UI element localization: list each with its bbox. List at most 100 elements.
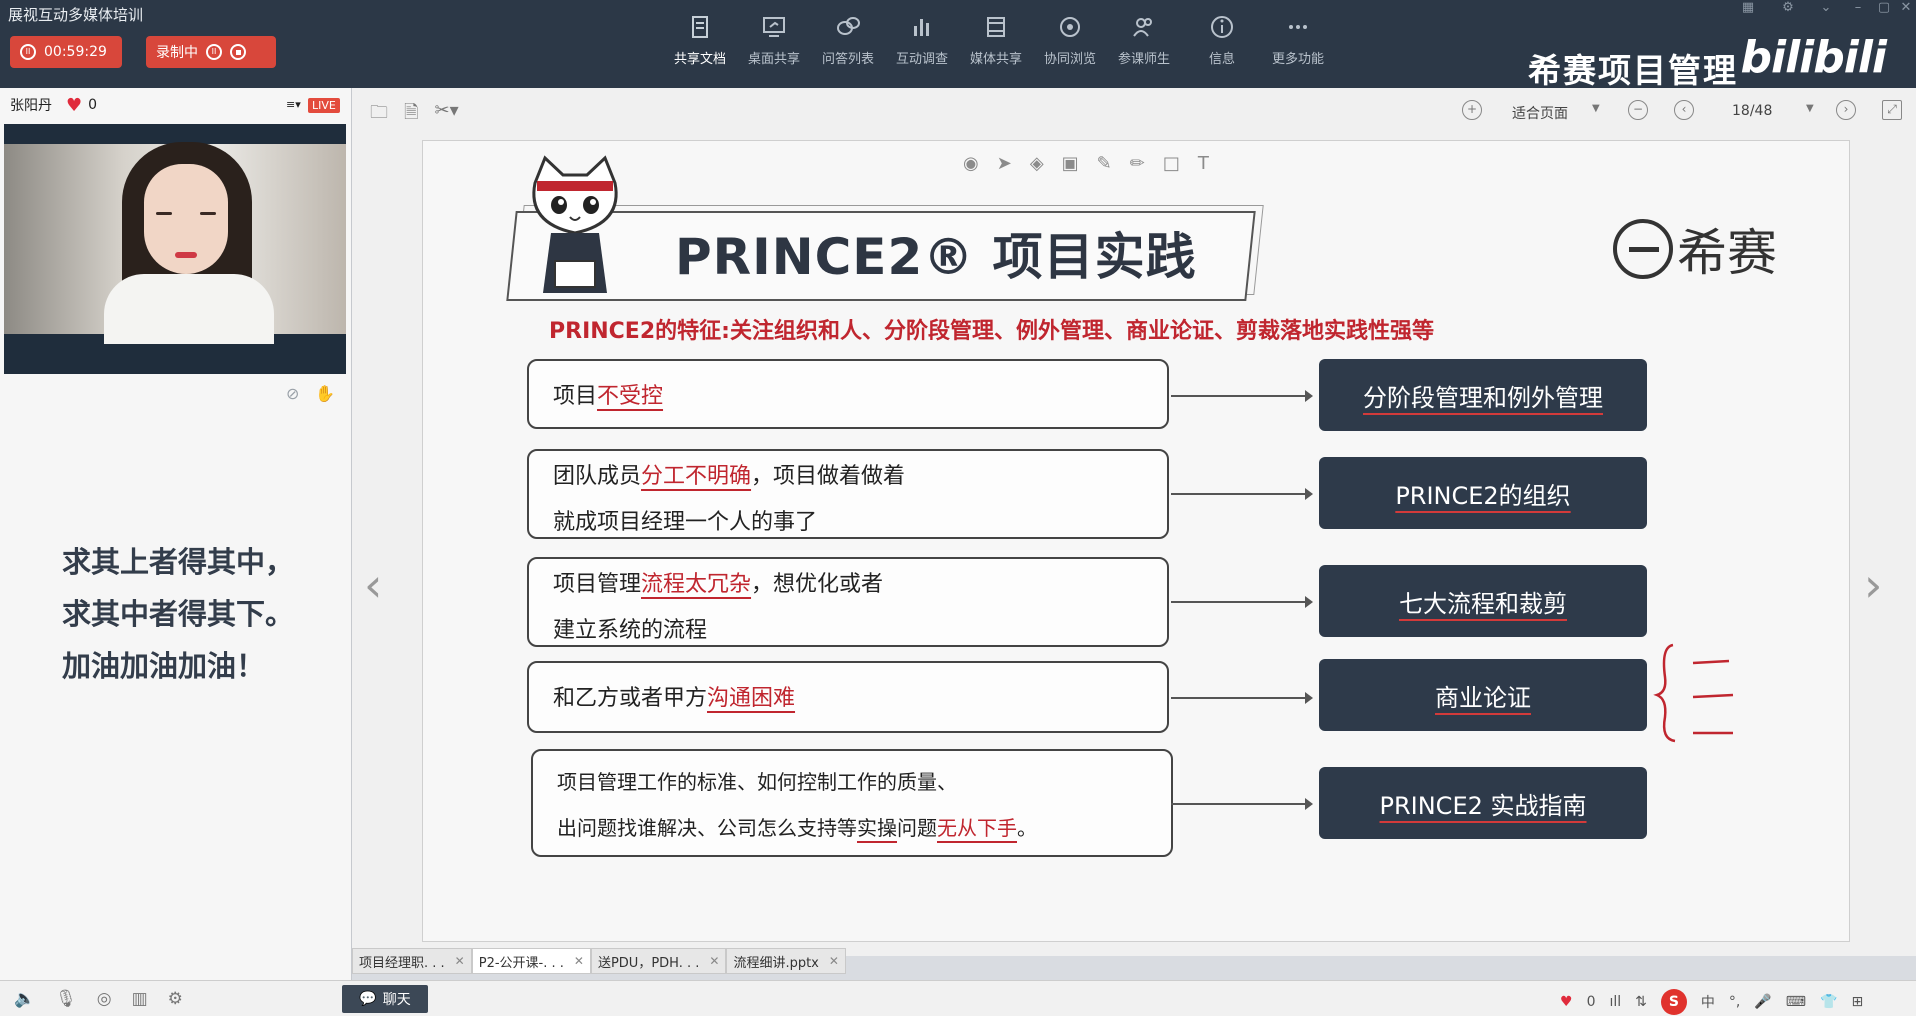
heart-icon[interactable]: ♥ [1560,994,1573,1010]
microphone-icon[interactable]: 🎙 [55,989,77,1009]
camera-controls: ⊘ ✋ [286,384,335,403]
close-tab-icon[interactable]: ✕ [709,954,719,968]
scissors-icon[interactable]: ✂▾ [434,100,458,130]
camera-off-icon[interactable]: ⊘ [286,384,299,403]
folder-icon[interactable]: 🗀 [370,100,388,130]
zoom-out-icon[interactable]: − [1628,100,1648,120]
motto-line: 加油加油加油！ [62,649,266,683]
hand-icon[interactable]: ✋ [315,384,335,403]
problem-box: 项目 不受控 [527,359,1169,429]
solution-box: 商业论证 [1319,659,1647,731]
next-page-icon[interactable]: › [1836,100,1856,120]
doc-tab[interactable]: 送PDU，PDH. . . ✕ [590,948,727,974]
slide-subtitle: PRINCE2的特征:关注组织和人、分阶段管理、例外管理、商业论证、剪裁落地实践… [549,319,1434,344]
eraser-icon[interactable]: ◈ [1030,153,1044,174]
prev-slide-arrow[interactable]: ‹ [364,558,382,612]
solution-box: 分阶段管理和例外管理 [1319,359,1647,431]
pointer-icon[interactable]: ➤ [997,153,1012,174]
voice-input-icon[interactable]: 🎤 [1754,994,1771,1010]
ime-mode[interactable]: 中 [1701,992,1715,1012]
rectangle-icon[interactable]: □ [1163,153,1180,174]
xisai-logo: 希赛 [1613,213,1777,285]
record-label: 录制中 [156,45,198,61]
connector-arrow [1171,692,1313,704]
presenter-panel: 张阳丹 ♥ 0 ≡▾ LIVE ⊘ ✋ 求其上者得其中， 求其中者得其下。 加油… [0,88,352,980]
laser-icon[interactable]: ◉ [963,153,979,174]
status-like-count: 0 [1586,994,1596,1010]
pen-icon[interactable]: ✏ [1130,153,1145,174]
text-tool-icon[interactable]: T [1198,153,1209,174]
window-layout-icon[interactable]: ▦ [1738,0,1758,15]
doc-tab[interactable]: P2-公开课-. . . ✕ [471,948,591,974]
problem-text: 出问题找谁解决、公司怎么支持等 [557,815,857,840]
problem-text: 项目 [553,384,598,409]
top-bar: 展视互动多媒体培训 II 00:59:29 录制中 II 共享文档 桌面共享 问… [0,0,1916,90]
toolbar-cobrowse[interactable]: 协同浏览 [1034,14,1106,67]
toolbar-survey[interactable]: 互动调查 [886,14,958,67]
page-indicator[interactable]: 18/48 [1732,103,1772,119]
maximize-icon[interactable]: ▢ [1874,0,1894,15]
speaker-icon[interactable]: 🔈 [14,989,35,1009]
toolbar-desktop-share[interactable]: 桌面共享 [738,14,810,67]
problem-text: 建立系统的流程 [553,618,708,643]
toolbar-label: 桌面共享 [747,52,800,67]
chevron-down-icon[interactable]: ▼ [1806,103,1814,114]
gear-icon[interactable]: ⚙ [168,989,183,1009]
toolbar-label: 共享文档 [673,52,726,67]
list-menu-icon[interactable]: ≡▾ [286,98,301,111]
close-tab-icon[interactable]: ✕ [574,954,584,968]
slide-title: PRINCE2® 项目实践 [675,228,1197,286]
solution-label: 商业论证 [1435,683,1531,712]
highlighter-icon[interactable]: ✎ [1097,153,1112,174]
stamp-icon[interactable]: ▣ [1062,153,1079,174]
doc-tab[interactable]: 项目经理职. . . ✕ [352,948,472,974]
file-icon[interactable]: 🗎 [404,100,418,130]
close-tab-icon[interactable]: ✕ [829,954,839,968]
connector-arrow [1171,390,1313,402]
grid-menu-icon[interactable]: ⊞ [1851,994,1863,1010]
fullscreen-icon[interactable]: ⤢ [1882,100,1902,120]
problem-text: 问题 [897,815,937,840]
chat-icon: 💬 [359,991,377,1007]
connector-arrow [1171,488,1313,500]
chat-button[interactable]: 💬 聊天 [342,985,428,1013]
timer-button[interactable]: II 00:59:29 [10,36,122,68]
record-stop-icon[interactable] [230,44,246,60]
toolbar-info[interactable]: 信息 [1186,14,1258,67]
doc-tab[interactable]: 流程细讲.pptx ✕ [726,948,846,974]
skin-icon[interactable]: 👕 [1820,994,1837,1010]
sogou-ime-icon[interactable]: S [1660,989,1687,1015]
minimize-icon[interactable]: – [1848,0,1868,15]
settings-icon[interactable]: ⚙ [1778,0,1798,15]
close-tab-icon[interactable]: ✕ [455,954,465,968]
cobrowse-icon [1060,17,1080,37]
toolbar-participants[interactable]: 参课师生 [1108,14,1180,67]
toolbar-label: 媒体共享 [969,52,1022,67]
toolbar-qa-list[interactable]: 问答列表 [812,14,884,67]
collapse-icon[interactable]: ⌄ [1816,0,1836,15]
survey-chart-icon [914,19,929,36]
zoom-in-icon[interactable]: + [1462,100,1482,120]
prev-page-icon[interactable]: ‹ [1674,100,1694,120]
toolbar-more[interactable]: 更多功能 [1262,14,1334,67]
problem-text: ，想优化或者 [751,572,884,597]
fit-page-select[interactable]: 适合页面 [1512,103,1568,123]
chevron-down-icon[interactable]: ▼ [1592,103,1600,114]
heart-icon[interactable]: ♥ [66,95,82,116]
solution-label: PRINCE2 实战指南 [1379,791,1587,820]
connector-arrow [1171,798,1313,810]
punctuation-icon[interactable]: °, [1729,994,1740,1010]
logo-text: 希赛 [1677,224,1777,282]
keyboard-icon[interactable]: ⌨ [1786,994,1806,1010]
motto-line: 求其中者得其下。 [62,597,295,631]
toolbar-shared-docs[interactable]: 共享文档 [664,14,736,67]
stats-icon[interactable]: ▥ [132,989,148,1009]
close-icon[interactable]: ✕ [1896,0,1916,15]
xisai-logo-mark [1613,219,1673,279]
toolbar-media-share[interactable]: 媒体共享 [960,14,1032,67]
next-slide-arrow[interactable]: › [1864,558,1882,612]
webcam-icon[interactable]: ◎ [97,989,112,1009]
record-button[interactable]: 录制中 II [146,36,276,68]
record-pause-icon[interactable]: II [206,44,222,60]
toolbar-label: 信息 [1208,52,1235,67]
